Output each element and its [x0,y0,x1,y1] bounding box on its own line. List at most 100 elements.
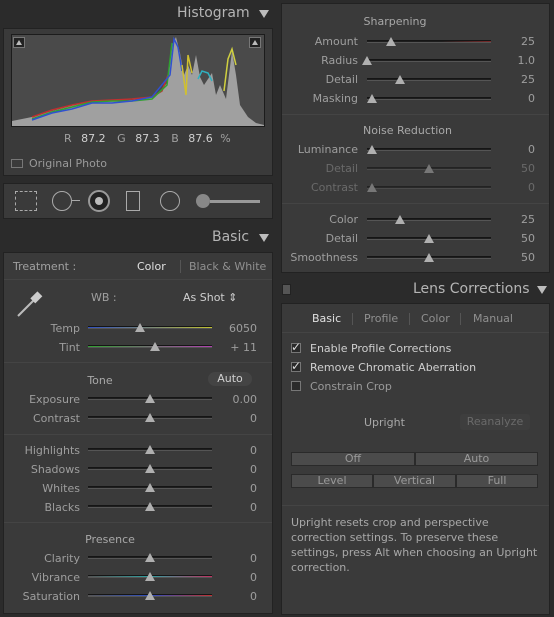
blacks-value[interactable]: 0 [220,501,257,514]
graduated-filter-icon[interactable] [126,191,140,211]
treatment-bw-option[interactable]: Black & White [189,260,266,273]
clarity-value[interactable]: 0 [220,552,257,565]
sharpen-detail-slider[interactable] [367,78,491,81]
highlights-slider-thumb[interactable] [145,445,155,454]
color-nr-value[interactable]: 25 [500,213,535,226]
vibrance-value[interactable]: 0 [220,571,257,584]
radius-label: Radius [321,54,358,67]
whites-slider-thumb[interactable] [145,483,155,492]
temp-label: Temp [50,322,80,335]
sharpen-detail-slider-thumb[interactable] [395,75,405,84]
shadow-clipping-icon[interactable] [13,37,25,48]
lum-detail-slider-thumb[interactable] [424,164,434,173]
treatment-color-option[interactable]: Color [137,260,166,273]
temp-slider[interactable] [88,326,212,329]
lens-tab-color[interactable]: Color [421,312,450,325]
reanalyze-button[interactable]: Reanalyze [460,414,530,430]
saturation-label: Saturation [22,590,80,603]
radius-slider-thumb[interactable] [362,56,372,65]
crop-tool-icon[interactable] [15,191,37,211]
histogram-collapse-icon[interactable] [259,10,269,18]
spot-removal-icon[interactable] [52,191,72,211]
temp-value[interactable]: 6050 [220,322,257,335]
highlights-value[interactable]: 0 [220,444,257,457]
radius-value[interactable]: 1.0 [500,54,536,67]
luminance-slider-thumb[interactable] [367,145,377,154]
amount-value[interactable]: 25 [500,35,535,48]
masking-slider-thumb[interactable] [367,94,377,103]
remove-ca-checkbox[interactable] [291,359,301,373]
wb-eyedropper-icon[interactable] [14,289,44,319]
luminance-slider[interactable] [367,148,491,151]
original-photo-checkbox[interactable] [11,159,23,168]
whites-value[interactable]: 0 [220,482,257,495]
basic-separator-3 [4,434,272,435]
shadows-value[interactable]: 0 [220,463,257,476]
red-eye-icon[interactable] [88,190,110,212]
adjustment-brush-icon[interactable] [196,194,210,208]
smoothness-value[interactable]: 50 [500,251,535,264]
lum-contrast-slider[interactable] [367,186,491,189]
upright-auto-button[interactable]: Auto [415,452,538,466]
sharpen-detail-value[interactable]: 25 [500,73,535,86]
clarity-label: Clarity [44,552,80,565]
temp-slider-thumb[interactable] [135,323,145,332]
basic-title[interactable]: Basic [212,229,249,245]
upright-level-button[interactable]: Level [291,474,373,488]
tone-label: Tone [87,374,113,387]
upright-off-button[interactable]: Off [291,452,415,466]
color-detail-value[interactable]: 50 [500,232,535,245]
exposure-slider-thumb[interactable] [145,394,155,403]
radial-filter-icon[interactable] [160,191,180,211]
color-nr-slider-thumb[interactable] [395,215,405,224]
lum-contrast-label: Contrast [310,181,358,194]
color-nr-slider[interactable] [367,218,491,221]
lum-detail-value[interactable]: 50 [500,162,535,175]
basic-collapse-icon[interactable] [259,234,269,242]
adjustment-brush-slider[interactable] [210,200,260,203]
lens-tab-profile[interactable]: Profile [364,312,398,325]
contrast-slider-thumb[interactable] [145,413,155,422]
lens-collapse-icon[interactable] [537,286,547,294]
color-detail-slider-thumb[interactable] [424,234,434,243]
tint-value[interactable]: + 11 [220,341,257,354]
enable-profile-checkbox[interactable] [291,340,301,354]
blacks-slider-thumb[interactable] [145,502,155,511]
shadows-slider-thumb[interactable] [145,464,155,473]
masking-slider[interactable] [367,97,491,100]
masking-value[interactable]: 0 [500,92,535,105]
upright-full-button[interactable]: Full [456,474,538,488]
g-value: 87.3 [135,132,160,145]
lum-contrast-slider-thumb[interactable] [367,183,377,192]
lens-tab-basic[interactable]: Basic [312,312,341,325]
tint-slider-thumb[interactable] [150,342,160,351]
luminance-label: Luminance [297,143,358,156]
lens-enable-toggle[interactable] [282,284,291,295]
histogram-graph [11,34,265,127]
tone-auto-button[interactable]: Auto [208,372,252,386]
masking-label: Masking [312,92,358,105]
wb-select[interactable]: As Shot ⇕ [183,291,237,304]
lens-corrections-title[interactable]: Lens Corrections [413,281,530,297]
clarity-slider-thumb[interactable] [145,553,155,562]
basic-separator-2 [4,362,272,363]
upright-vertical-button[interactable]: Vertical [373,474,456,488]
lum-contrast-value[interactable]: 0 [500,181,535,194]
saturation-slider-thumb[interactable] [145,591,155,600]
saturation-value[interactable]: 0 [220,590,257,603]
histogram-title[interactable]: Histogram [177,5,250,21]
vibrance-slider-thumb[interactable] [145,572,155,581]
remove-ca-label: Remove Chromatic Aberration [310,361,477,374]
highlight-clipping-icon[interactable] [249,37,261,48]
exposure-value[interactable]: 0.00 [220,393,258,406]
lens-tab-manual[interactable]: Manual [473,312,513,325]
tint-label: Tint [59,341,80,354]
luminance-value[interactable]: 0 [500,143,535,156]
radius-slider[interactable] [367,59,491,62]
amount-slider-thumb[interactable] [386,37,396,46]
r-label: R [64,132,72,145]
constrain-crop-checkbox[interactable] [291,381,301,391]
smoothness-slider-thumb[interactable] [424,253,434,262]
contrast-value[interactable]: 0 [220,412,257,425]
upright-info-text: Upright resets crop and perspective corr… [291,516,538,574]
